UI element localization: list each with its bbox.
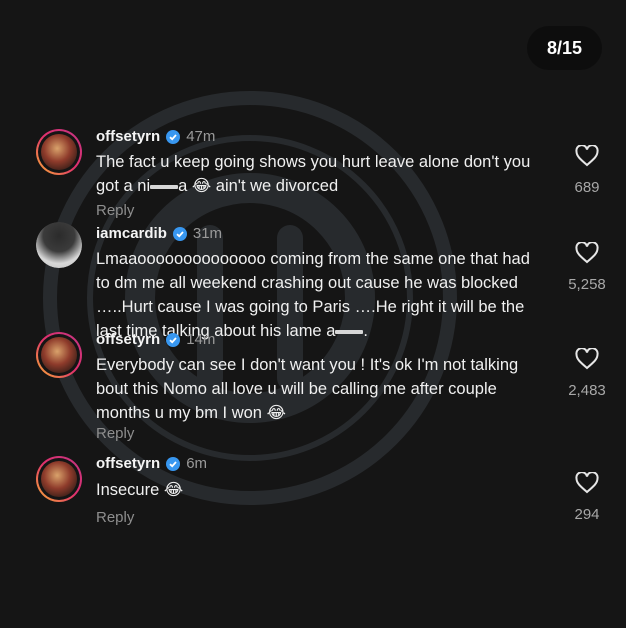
like-count: 2,483 xyxy=(568,382,606,399)
username[interactable]: offsetyrn xyxy=(96,331,160,348)
comment-text: Insecure 😂 xyxy=(96,478,548,502)
timestamp: 31m xyxy=(192,225,223,242)
verified-badge-icon xyxy=(172,226,187,241)
heart-icon[interactable] xyxy=(575,242,599,264)
censor-bar xyxy=(150,184,179,189)
avatar[interactable] xyxy=(36,129,82,175)
like-count: 294 xyxy=(574,506,600,523)
comment-text: Everybody can see I don't want you ! It'… xyxy=(96,353,548,425)
page-counter: 8/15 xyxy=(527,26,602,70)
heart-icon[interactable] xyxy=(575,472,599,494)
username[interactable]: iamcardib xyxy=(96,225,167,242)
avatar[interactable] xyxy=(36,222,82,268)
timestamp: 6m xyxy=(186,455,208,472)
reply-button[interactable]: Reply xyxy=(96,202,134,219)
heart-icon[interactable] xyxy=(575,145,599,167)
reply-button[interactable]: Reply xyxy=(96,509,134,526)
timestamp: 47m xyxy=(186,128,216,145)
timestamp: 14m xyxy=(186,331,216,348)
verified-badge-icon xyxy=(166,129,181,144)
comment-text: The fact u keep going shows you hurt lea… xyxy=(96,150,548,198)
laughing-emoji-icon: 😂 xyxy=(163,480,184,499)
heart-icon[interactable] xyxy=(575,348,599,370)
username[interactable]: offsetyrn xyxy=(96,455,160,472)
laughing-emoji-icon: 😂 xyxy=(191,176,212,195)
censor-bar xyxy=(335,329,364,334)
username[interactable]: offsetyrn xyxy=(96,128,160,145)
verified-badge-icon xyxy=(166,332,181,347)
comment-text: Lmaaoooooooooooooo coming from the same … xyxy=(96,250,530,340)
like-count: 689 xyxy=(574,179,600,196)
like-count: 5,258 xyxy=(568,276,606,293)
laughing-emoji-icon: 😂 xyxy=(266,403,286,422)
avatar[interactable] xyxy=(36,456,82,502)
avatar[interactable] xyxy=(36,332,82,378)
verified-badge-icon xyxy=(166,456,181,471)
reply-button[interactable]: Reply xyxy=(96,425,134,442)
